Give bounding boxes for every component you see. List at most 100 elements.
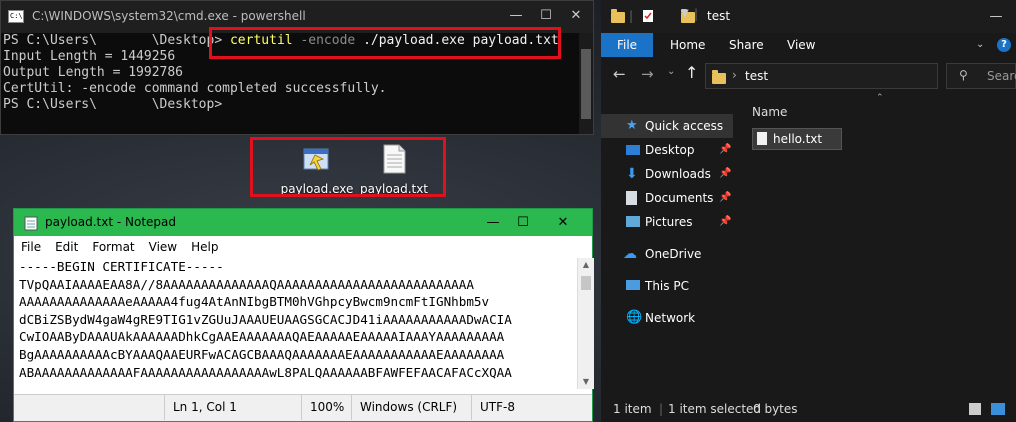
notepad-title: payload.txt - Notepad xyxy=(45,215,176,229)
console-scrollbar-thumb[interactable] xyxy=(581,49,591,119)
console-line-result: CertUtil: -encode command completed succ… xyxy=(3,81,387,96)
computer-icon xyxy=(626,280,640,290)
network-icon: 🌐 xyxy=(626,310,643,325)
explorer-address-row: ← → ⌄ ↑ › test ⚲ Searc xyxy=(601,57,1016,97)
scroll-down-icon[interactable]: ▼ xyxy=(578,375,594,389)
minimize-button[interactable]: — xyxy=(981,0,1011,33)
notepad-text-area[interactable]: -----BEGIN CERTIFICATE----- TVpQAAIAAAAEA… xyxy=(14,258,577,388)
nav-item-pictures[interactable]: Pictures 📌 xyxy=(601,210,733,234)
pin-icon: 📌 xyxy=(719,168,732,179)
address-path: test xyxy=(745,69,769,83)
customize-quick-access-icon[interactable]: ▼ xyxy=(681,8,689,19)
folder-icon xyxy=(712,70,726,84)
nav-item-this-pc[interactable]: This PC xyxy=(601,274,733,298)
notepad-scrollbar-thumb[interactable] xyxy=(581,276,591,290)
navigation-pane: ★ Quick access Desktop 📌 ⬇ Downloads 📌 D… xyxy=(601,97,741,397)
cloud-icon: ☁ xyxy=(623,246,637,262)
expand-ribbon-icon[interactable]: ⌄ xyxy=(976,33,984,57)
notepad-window[interactable]: payload.txt - Notepad — ☐ ✕ File Edit Form… xyxy=(13,208,594,422)
menu-file[interactable]: File xyxy=(21,240,41,254)
explorer-ribbon: File Home Share View ⌄ ? xyxy=(601,33,1016,57)
pin-icon: 📌 xyxy=(719,144,732,155)
search-input[interactable]: ⚲ Searc xyxy=(946,63,1016,89)
maximize-button[interactable]: ☐ xyxy=(508,209,538,236)
console-line-input-length: Input Length = 1449256 xyxy=(3,49,176,64)
properties-icon[interactable] xyxy=(642,9,654,23)
address-bar[interactable]: › test xyxy=(705,63,938,89)
menu-help[interactable]: Help xyxy=(191,240,218,254)
ribbon-tab-share[interactable]: Share xyxy=(729,33,764,57)
folder-icon xyxy=(611,9,625,23)
command-highlight-box xyxy=(209,27,561,59)
status-size: 0 bytes xyxy=(753,402,798,416)
forward-arrow-icon[interactable]: → xyxy=(641,65,654,83)
large-icons-view-icon[interactable] xyxy=(991,403,1005,415)
nav-item-quick-access[interactable]: ★ Quick access xyxy=(601,114,733,138)
star-icon: ★ xyxy=(626,118,638,133)
up-arrow-icon[interactable]: ↑ xyxy=(685,63,698,82)
column-header-name[interactable]: Name xyxy=(752,102,787,122)
menu-view[interactable]: View xyxy=(149,240,177,254)
files-highlight-box xyxy=(250,137,446,197)
text-line: CwIOAAByDAAAUAkAAAAAADhkCgAAEAAAAAAAQAEA… xyxy=(19,329,505,345)
search-placeholder: Searc xyxy=(987,69,1016,83)
console-line-output-length: Output Length = 1992786 xyxy=(3,65,184,80)
explorer-statusbar: 1 item | 1 item selected 0 bytes xyxy=(601,398,1016,422)
ribbon-tab-home[interactable]: Home xyxy=(670,33,705,57)
powershell-window[interactable]: C:\ C:\WINDOWS\system32\cmd.exe - powers… xyxy=(0,0,594,135)
explorer-window[interactable]: | ▼ | test — File Home Share View ⌄ ? ← … xyxy=(601,0,1016,422)
file-name: hello.txt xyxy=(773,132,823,146)
text-line: -----BEGIN CERTIFICATE----- xyxy=(19,259,224,274)
details-view-icon[interactable] xyxy=(969,403,981,415)
search-icon: ⚲ xyxy=(959,68,968,82)
scroll-up-icon[interactable]: ▲ xyxy=(578,258,594,272)
sort-indicator-icon: ⌃ xyxy=(876,93,884,103)
document-icon xyxy=(626,191,637,205)
file-row-hello-txt[interactable]: hello.txt xyxy=(752,128,842,150)
minimize-button[interactable]: — xyxy=(478,209,508,236)
console-scrollbar[interactable] xyxy=(579,33,593,134)
ribbon-tab-file[interactable]: File xyxy=(601,33,653,57)
close-button[interactable]: ✕ xyxy=(561,1,591,31)
explorer-title: test xyxy=(707,9,731,23)
status-position: Ln 1, Col 1 xyxy=(164,395,291,420)
status-line-ending: Windows (CRLF) xyxy=(351,395,471,420)
nav-item-network[interactable]: 🌐 Network xyxy=(601,306,733,330)
help-icon[interactable]: ? xyxy=(997,38,1011,52)
nav-item-onedrive[interactable]: ☁ OneDrive xyxy=(601,242,733,266)
text-line: TVpQAAIAAAAEAA8A//8AAAAAAAAAAAAAAQAAAAAA… xyxy=(19,276,474,292)
nav-item-documents[interactable]: Documents 📌 xyxy=(601,186,733,210)
text-file-icon xyxy=(757,132,767,145)
picture-icon xyxy=(626,216,640,227)
notepad-titlebar[interactable]: payload.txt - Notepad — ☐ ✕ xyxy=(14,209,592,236)
breadcrumb-separator-icon: › xyxy=(732,68,737,82)
powershell-title: C:\WINDOWS\system32\cmd.exe - powershell xyxy=(32,9,306,23)
download-icon: ⬇ xyxy=(626,166,638,182)
pin-icon: 📌 xyxy=(719,192,732,203)
status-item-count: 1 item xyxy=(613,402,652,416)
explorer-titlebar[interactable]: | ▼ | test — xyxy=(601,0,1016,33)
recent-locations-icon[interactable]: ⌄ xyxy=(667,66,675,77)
status-selected: 1 item selected xyxy=(668,402,762,416)
nav-item-downloads[interactable]: ⬇ Downloads 📌 xyxy=(601,162,733,186)
prompt-line-2: PS C:\Users\ \Desktop> xyxy=(3,97,223,112)
status-zoom: 100% xyxy=(301,395,351,420)
text-line: dCBiZSBydW4gaW4gRE9TIG1vZGUuJAAAUEUAAGSG… xyxy=(19,311,512,327)
notepad-vertical-scrollbar[interactable]: ▲ ▼ xyxy=(577,258,594,389)
text-line: BgAAAAAAAAAAcBYAAAQAAEURFwACAGCBAAAQAAAA… xyxy=(19,346,505,362)
desktop-icon xyxy=(626,145,640,155)
text-line: ABAAAAAAAAAAAAAFAAAAAAAAAAAAAAAAAwL8PALQ… xyxy=(19,364,512,380)
notepad-menubar: File Edit Format View Help xyxy=(14,236,592,258)
back-arrow-icon[interactable]: ← xyxy=(613,65,626,83)
notepad-statusbar: Ln 1, Col 1 100% Windows (CRLF) UTF-8 xyxy=(14,394,592,421)
text-line: AAAAAAAAAAAAAAeAAAAA4fug4AtAnNIbgBTM0hVG… xyxy=(19,294,490,310)
cmd-app-icon: C:\ xyxy=(8,10,24,23)
status-encoding: UTF-8 xyxy=(471,395,592,420)
close-button[interactable]: ✕ xyxy=(548,209,578,236)
notepad-icon xyxy=(24,216,38,231)
ribbon-tab-view[interactable]: View xyxy=(787,33,815,57)
file-list: ⌃ Name hello.txt xyxy=(752,93,1016,397)
menu-format[interactable]: Format xyxy=(92,240,134,254)
menu-edit[interactable]: Edit xyxy=(55,240,78,254)
nav-item-desktop[interactable]: Desktop 📌 xyxy=(601,138,733,162)
